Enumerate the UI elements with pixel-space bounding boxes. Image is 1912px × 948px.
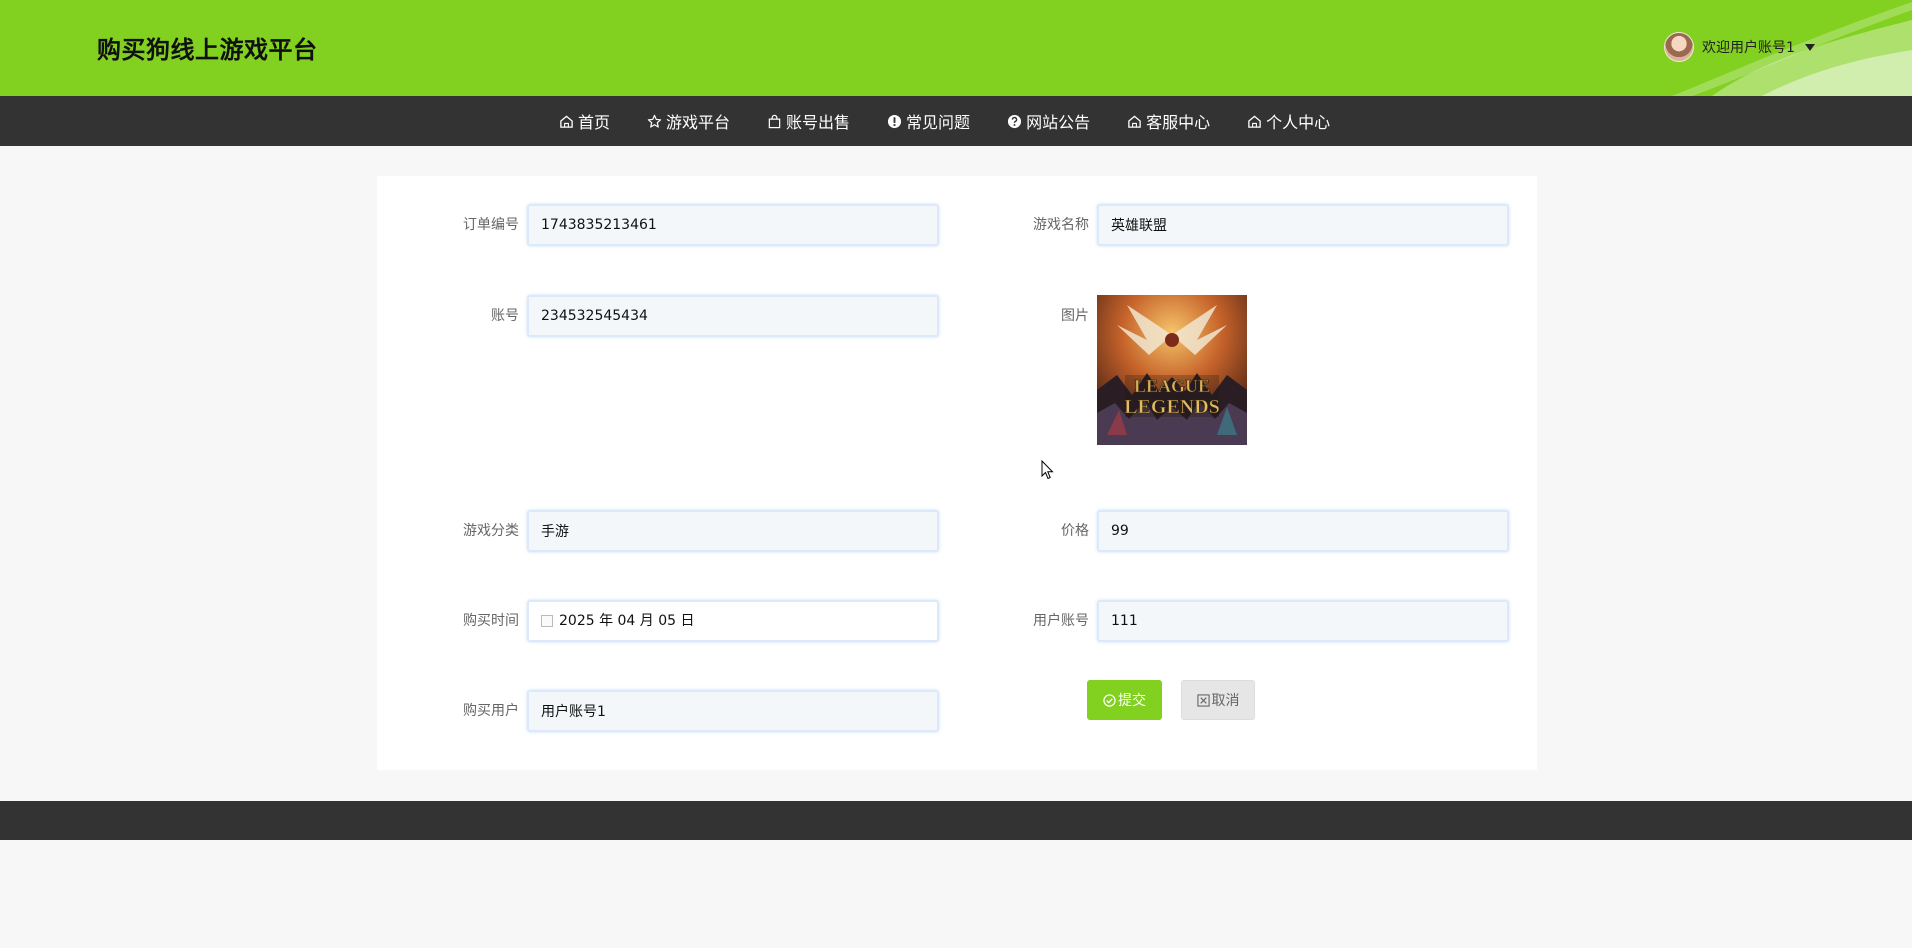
user-account-label: 用户账号: [1033, 613, 1089, 629]
nav-item-label: 客服中心: [1146, 113, 1211, 132]
order-no-input[interactable]: [527, 204, 939, 246]
price-input[interactable]: [1097, 510, 1509, 552]
category-label: 游戏分类: [463, 523, 519, 539]
buy-user-label: 购买用户: [463, 703, 519, 719]
caret-down-icon[interactable]: [1804, 43, 1815, 51]
buy-user-input[interactable]: [527, 690, 939, 732]
home-icon: [560, 114, 573, 128]
submit-label: 提交: [1118, 692, 1146, 708]
buy-time-label: 购买时间: [463, 613, 519, 629]
mouse-cursor-icon: [1041, 460, 1054, 480]
close-square-icon: [1196, 693, 1210, 707]
user-account-input[interactable]: [1097, 600, 1509, 642]
nav-item-label: 游戏平台: [666, 113, 731, 132]
avatar[interactable]: [1664, 32, 1694, 62]
nav-item-service-center[interactable]: 客服中心: [1127, 109, 1210, 133]
check-circle-icon: [1103, 693, 1116, 707]
calendar-icon: [541, 615, 553, 627]
submit-button[interactable]: 提交: [1087, 680, 1162, 720]
nav-item-game-platform[interactable]: 游戏平台: [647, 109, 730, 133]
category-input[interactable]: [527, 510, 939, 552]
main-nav: 首页 游戏平台 账号出售 常见问题 网站公告 客服中心 个人中心: [0, 96, 1912, 146]
nav-item-personal-center[interactable]: 个人中心: [1247, 109, 1330, 133]
nav-item-account-sale[interactable]: 账号出售: [767, 109, 850, 133]
nav-item-announcements[interactable]: 网站公告: [1007, 109, 1090, 133]
game-image[interactable]: LEAGUE LEGENDS: [1097, 295, 1247, 445]
cancel-label: 取消: [1211, 692, 1240, 708]
nav-item-label: 网站公告: [1026, 113, 1091, 132]
nav-item-label: 首页: [578, 113, 611, 132]
buy-time-input[interactable]: 2025 年 04 月 05 日: [527, 600, 939, 642]
home-icon: [1248, 114, 1261, 128]
game-name-input[interactable]: [1097, 204, 1509, 246]
home-icon: [1128, 114, 1141, 128]
exclamation-circle-icon: [887, 114, 902, 128]
site-header: 购买狗线上游戏平台 欢迎用户账号1: [0, 0, 1912, 96]
nav-item-faq[interactable]: 常见问题: [887, 109, 970, 133]
league-of-legends-cover-image: LEAGUE LEGENDS: [1097, 295, 1247, 445]
account-label: 账号: [491, 308, 519, 324]
star-icon: [647, 114, 662, 128]
nav-items: 首页 游戏平台 账号出售 常见问题 网站公告 客服中心 个人中心: [559, 96, 1330, 146]
nav-item-home[interactable]: 首页: [559, 109, 610, 133]
price-label: 价格: [1061, 523, 1089, 539]
logo-text-league: LEAGUE: [1134, 376, 1210, 396]
site-brand[interactable]: 购买狗线上游戏平台: [97, 30, 318, 65]
image-label: 图片: [1061, 308, 1089, 324]
nav-item-label: 账号出售: [786, 113, 851, 132]
question-circle-icon: [1008, 114, 1022, 128]
buy-time-value: 2025 年 04 月 05 日: [559, 613, 695, 629]
logo-text-legends: LEGENDS: [1124, 396, 1220, 418]
bag-icon: [768, 114, 781, 128]
user-greeting[interactable]: 欢迎用户账号1: [1702, 37, 1795, 57]
game-name-label: 游戏名称: [1033, 217, 1089, 233]
nav-item-label: 个人中心: [1266, 113, 1331, 132]
site-footer: [0, 801, 1912, 840]
nav-item-label: 常见问题: [906, 113, 971, 132]
account-input[interactable]: [527, 295, 939, 337]
user-menu[interactable]: 欢迎用户账号1: [1664, 30, 1815, 64]
cancel-button[interactable]: 取消: [1181, 680, 1255, 720]
order-no-label: 订单编号: [463, 217, 519, 233]
order-form-card: 订单编号 游戏名称 账号 图片: [377, 176, 1537, 770]
